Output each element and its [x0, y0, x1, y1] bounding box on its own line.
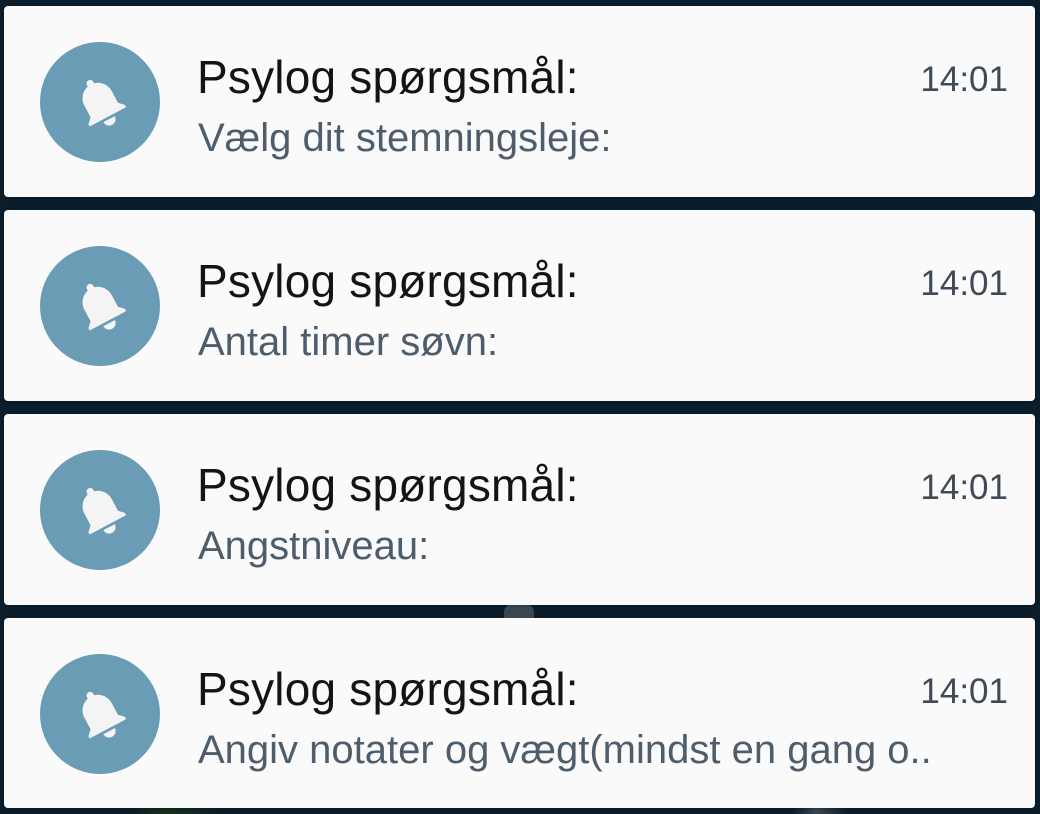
notification-text: Angiv notater og vægt(mindst en gang o.. [198, 728, 932, 772]
notification-time: 14:01 [920, 264, 1008, 303]
notification-text: Antal timer søvn: [198, 320, 499, 364]
bell-icon [82, 79, 127, 127]
notification-card[interactable]: Psylog spørgsmål: 14:01 Antal timer søvn… [4, 210, 1035, 401]
notification-time: 14:01 [920, 672, 1008, 711]
app-icon-badge [40, 450, 160, 570]
notification-title: Psylog spørgsmål: [197, 459, 579, 511]
app-icon-badge [40, 654, 160, 774]
notification-title: Psylog spørgsmål: [197, 51, 579, 103]
bell-icon [82, 487, 127, 535]
notification-title: Psylog spørgsmål: [197, 255, 579, 307]
bell-icon [82, 691, 127, 739]
app-icon-badge [40, 246, 160, 366]
notification-card[interactable]: Psylog spørgsmål: 14:01 Vælg dit stemnin… [4, 6, 1035, 197]
notification-text: Vælg dit stemningsleje: [198, 116, 612, 160]
notification-card[interactable]: Psylog spørgsmål: 14:01 Angstniveau: [4, 414, 1035, 605]
notification-card[interactable]: Psylog spørgsmål: 14:01 Angiv notater og… [4, 618, 1035, 808]
notification-time: 14:01 [920, 468, 1008, 507]
notification-list: Psylog spørgsmål: 14:01 Vælg dit stemnin… [0, 0, 1040, 814]
bell-icon [82, 283, 127, 331]
notification-time: 14:01 [920, 60, 1008, 99]
app-icon-badge [40, 42, 160, 162]
notification-text: Angstniveau: [198, 524, 430, 568]
notification-title: Psylog spørgsmål: [197, 663, 579, 715]
